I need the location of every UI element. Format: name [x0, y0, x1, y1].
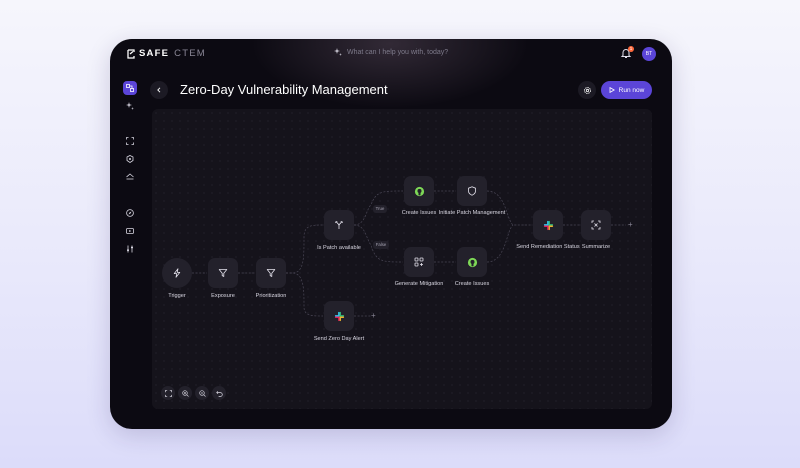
logo-mark-icon [127, 48, 135, 59]
slack-icon [334, 311, 344, 321]
sidebar-item-explore[interactable] [123, 206, 137, 220]
play-icon [609, 87, 615, 93]
focus-icon [591, 220, 601, 230]
node-exposure[interactable] [208, 258, 238, 288]
sparkle-icon [334, 48, 342, 56]
scan-icon [126, 137, 134, 145]
notification-badge: 1 [628, 46, 634, 52]
sparkle-icon [126, 102, 134, 110]
sidebar-item-targets[interactable] [123, 152, 137, 166]
run-now-button[interactable]: Run now [601, 81, 652, 99]
node-summarize[interactable] [581, 210, 611, 240]
shield-icon [468, 186, 476, 196]
chevron-left-icon [157, 87, 161, 93]
node-generate-mitigation[interactable] [404, 247, 434, 277]
slack-icon [543, 220, 553, 230]
undo-button[interactable] [212, 386, 226, 400]
node-create-issues-top[interactable] [404, 176, 434, 206]
branch-false-tag: False [373, 241, 389, 249]
run-now-label: Run now [618, 86, 645, 94]
logo[interactable]: SAFE CTEM [126, 48, 206, 59]
page-title: Zero-Day Vulnerability Management [180, 82, 388, 97]
settings-button[interactable] [578, 81, 596, 99]
node-initiate-patch-management-label: Initiate Patch Management [438, 210, 506, 216]
fit-screen-button[interactable] [161, 386, 175, 400]
node-prioritization[interactable] [256, 258, 286, 288]
sidebar-item-workflows[interactable] [123, 81, 137, 95]
zoom-in-button[interactable] [178, 386, 192, 400]
cloud-icon [126, 173, 134, 180]
node-is-patch-available-label: Is Patch available [317, 245, 361, 251]
node-create-issues-bottom[interactable] [457, 247, 487, 277]
add-step-after-summarize-button[interactable]: + [628, 221, 633, 229]
search-placeholder: What can I help you with, today? [347, 48, 449, 56]
sidebar-item-ai[interactable] [123, 99, 137, 113]
assistant-search[interactable]: What can I help you with, today? [334, 48, 448, 56]
node-create-issues-bottom-label: Create Issues [454, 281, 490, 287]
branch-icon [335, 221, 343, 229]
top-bar: SAFE CTEM What can I help you with, toda… [110, 39, 672, 69]
compass-icon [126, 209, 134, 217]
undo-icon [215, 390, 223, 397]
target-icon [126, 155, 134, 163]
zoom-out-icon [198, 389, 206, 397]
logo-primary-text: SAFE [139, 48, 170, 59]
node-trigger[interactable] [162, 258, 192, 288]
lightning-icon [173, 268, 181, 278]
node-send-zero-day-alert[interactable] [324, 301, 354, 331]
node-summarize-label: Summarize [581, 244, 611, 250]
sidebar-item-media[interactable] [123, 224, 137, 238]
filter-icon [218, 269, 228, 277]
workflow-canvas[interactable]: Trigger Exposure Prioritization Is Patch… [152, 109, 652, 409]
sidebar-item-settings[interactable] [123, 242, 137, 256]
fit-screen-icon [164, 389, 172, 397]
sliders-icon [127, 245, 133, 253]
filter-icon [266, 269, 276, 277]
node-is-patch-available[interactable] [324, 210, 354, 240]
back-button[interactable] [150, 81, 168, 99]
add-step-after-alert-button[interactable]: + [371, 312, 376, 320]
avatar[interactable]: BT [642, 47, 656, 61]
sidebar-item-cloud[interactable] [123, 170, 137, 184]
sidebar-item-scan[interactable] [123, 134, 137, 148]
workflow-icon [126, 84, 134, 92]
github-icon [467, 257, 477, 267]
node-send-zero-day-alert-label: Send Zero Day Alert [313, 336, 365, 342]
video-icon [126, 228, 134, 234]
grid-plus-icon [414, 257, 424, 267]
zoom-out-button[interactable] [195, 386, 209, 400]
node-prioritization-label: Prioritization [255, 293, 287, 299]
github-icon [414, 186, 424, 196]
zoom-in-icon [181, 389, 189, 397]
gear-icon [583, 86, 591, 94]
logo-secondary-text: CTEM [174, 48, 206, 59]
node-send-remediation-status[interactable] [533, 210, 563, 240]
node-initiate-patch-management[interactable] [457, 176, 487, 206]
app-window: SAFE CTEM What can I help you with, toda… [110, 39, 672, 429]
